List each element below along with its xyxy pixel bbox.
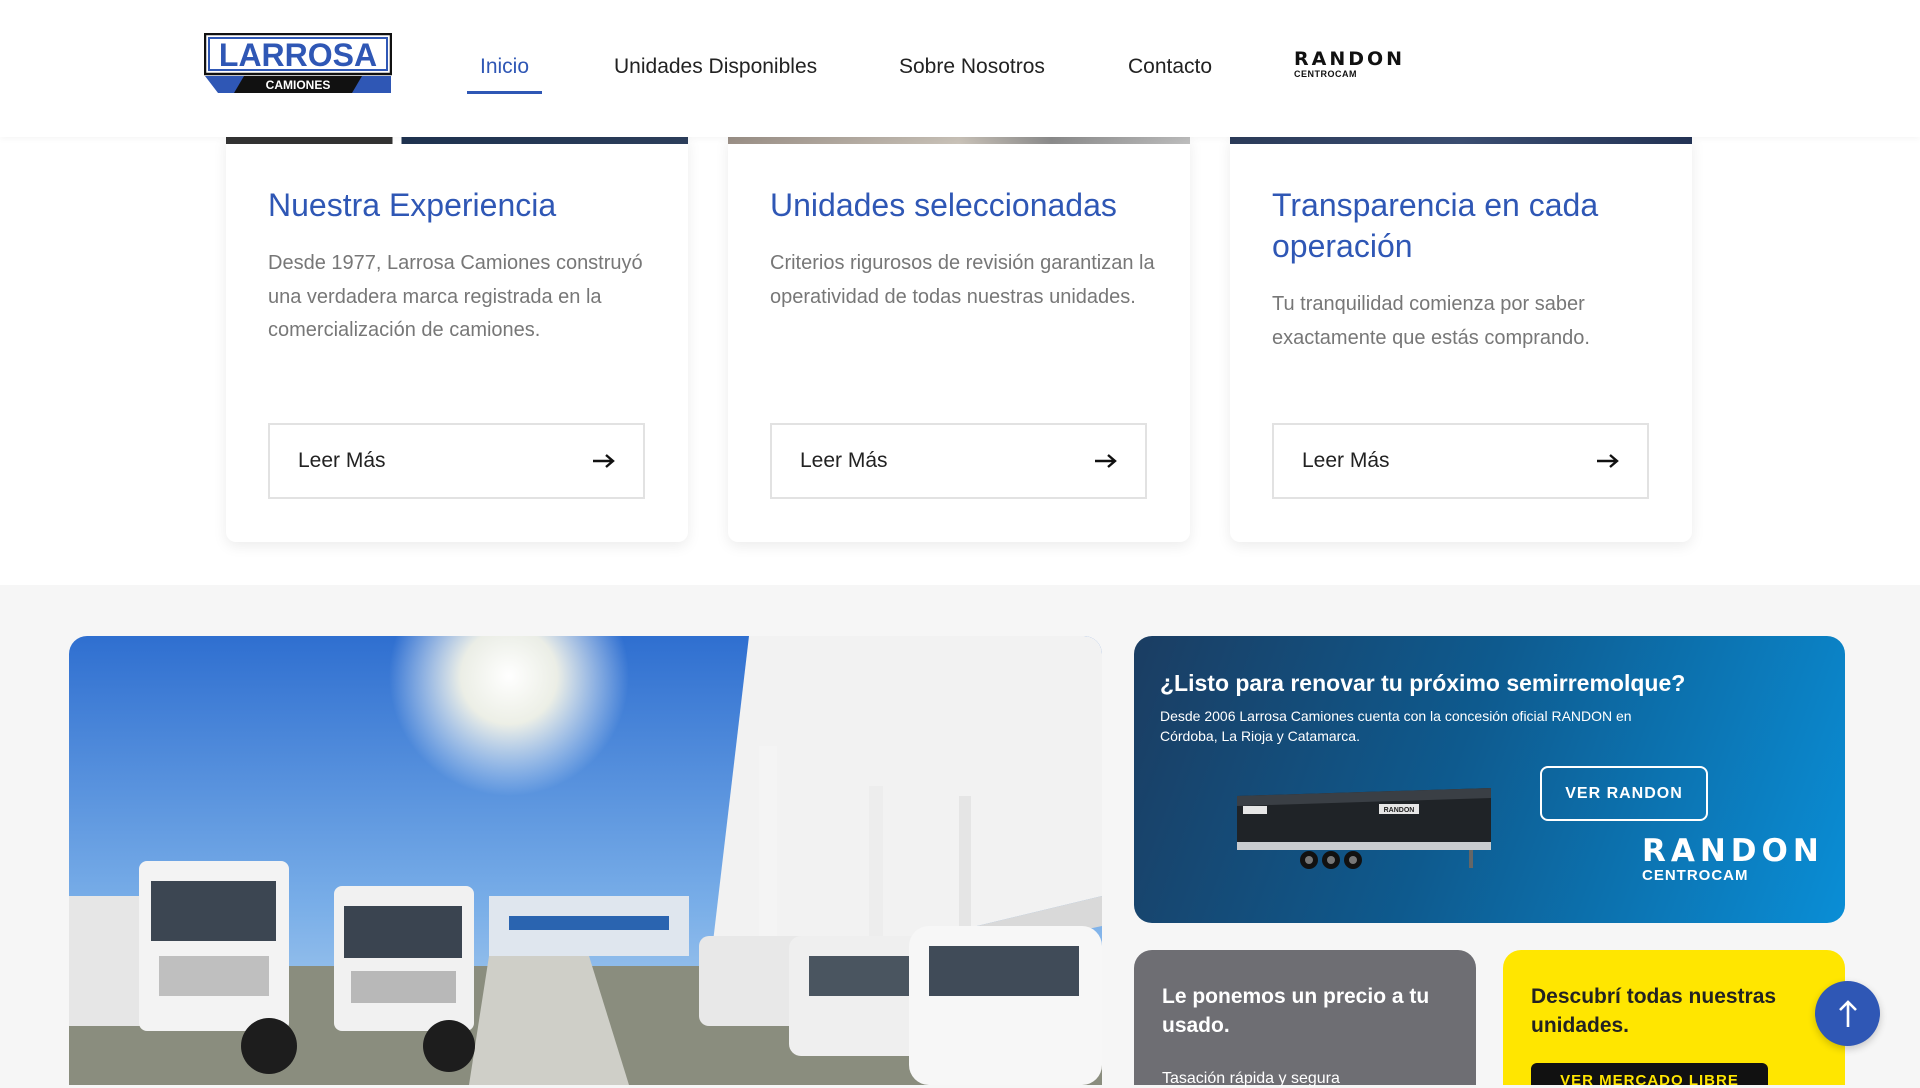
button-label: Leer Más xyxy=(1302,449,1390,472)
arrow-right-icon xyxy=(1597,454,1619,468)
card-image-edge xyxy=(1230,137,1692,144)
arrow-right-icon xyxy=(593,454,615,468)
promo-text: Desde 2006 Larrosa Camiones cuenta con l… xyxy=(1160,708,1632,744)
trailer-label: RANDON xyxy=(1384,807,1415,814)
tasacion-card[interactable]: Le ponemos un precio a tu usado. Tasació… xyxy=(1134,950,1476,1087)
leer-mas-button[interactable]: Leer Más xyxy=(1272,423,1649,499)
truck-yard-illustration xyxy=(69,636,1102,1085)
card-text: Criterios rigurosos de revisión garantiz… xyxy=(770,252,1155,308)
logo-main-text: LARROSA xyxy=(219,37,377,73)
randon-logo-word: RANDON xyxy=(1642,833,1824,869)
randon-logo-sub: CENTROCAM xyxy=(1642,867,1749,884)
nav-active-underline xyxy=(467,91,542,94)
feature-card-unidades: Unidades seleccionadas Criterios riguros… xyxy=(728,137,1190,542)
feature-card-transparencia: Transparencia en cada operación Tu tranq… xyxy=(1230,137,1692,542)
tasacion-title: Le ponemos un precio a tu usado. xyxy=(1162,985,1430,1037)
logo-sub-text: CAMIONES xyxy=(266,78,331,92)
nav-inicio[interactable]: Inicio xyxy=(480,55,529,79)
semitrailer-image: RANDON xyxy=(1237,788,1491,869)
card-title: Transparencia en cada operación xyxy=(1272,187,1599,264)
nav-sobre-nosotros[interactable]: Sobre Nosotros xyxy=(899,55,1045,79)
randon-promo-banner: ¿Listo para renovar tu próximo semirremo… xyxy=(1134,636,1845,923)
card-image-edge xyxy=(728,137,1190,144)
tasacion-subtitle: Tasación rápida y segura xyxy=(1162,1070,1340,1087)
leer-mas-button[interactable]: Leer Más xyxy=(268,423,645,499)
card-image-edge xyxy=(226,137,688,144)
button-label: Leer Más xyxy=(298,449,386,472)
card-title: Unidades seleccionadas xyxy=(770,187,1117,223)
arrow-up-icon xyxy=(1838,999,1857,1027)
ver-randon-button[interactable]: VER RANDON xyxy=(1540,766,1708,821)
leer-mas-button[interactable]: Leer Más xyxy=(770,423,1147,499)
randon-centrocam-logo: RANDON CENTROCAM xyxy=(1642,833,1824,885)
truck-yard-photo xyxy=(69,636,1102,1085)
card-title: Nuestra Experiencia xyxy=(268,187,557,223)
promo-title: ¿Listo para renovar tu próximo semirremo… xyxy=(1160,670,1686,696)
nav-unidades-disponibles[interactable]: Unidades Disponibles xyxy=(614,55,817,79)
button-label: Leer Más xyxy=(800,449,888,472)
card-text: Tu tranquilidad comienza por saber exact… xyxy=(1272,293,1590,349)
unidades-title: Descubrí todas nuestras unidades. xyxy=(1531,985,1777,1037)
unidades-card: Descubrí todas nuestras unidades. VER ME… xyxy=(1503,950,1845,1085)
randon-nav-logo[interactable]: RANDON CENTROCAM xyxy=(1294,48,1406,80)
larrosa-logo[interactable]: LARROSA CAMIONES xyxy=(204,33,392,93)
card-text: Desde 1977, Larrosa Camiones construyó u… xyxy=(268,252,643,341)
arrow-right-icon xyxy=(1095,454,1117,468)
scroll-to-top-button[interactable] xyxy=(1815,981,1880,1046)
nav-contacto[interactable]: Contacto xyxy=(1128,55,1212,79)
site-header: LARROSA CAMIONES Inicio Unidades Disponi… xyxy=(0,0,1920,137)
feature-card-experiencia: Nuestra Experiencia Desde 1977, Larrosa … xyxy=(226,137,688,542)
randon-nav-word: RANDON xyxy=(1294,48,1406,70)
randon-nav-sub: CENTROCAM xyxy=(1294,69,1357,79)
ver-mercado-libre-button[interactable]: VER MERCADO LIBRE xyxy=(1531,1063,1768,1085)
